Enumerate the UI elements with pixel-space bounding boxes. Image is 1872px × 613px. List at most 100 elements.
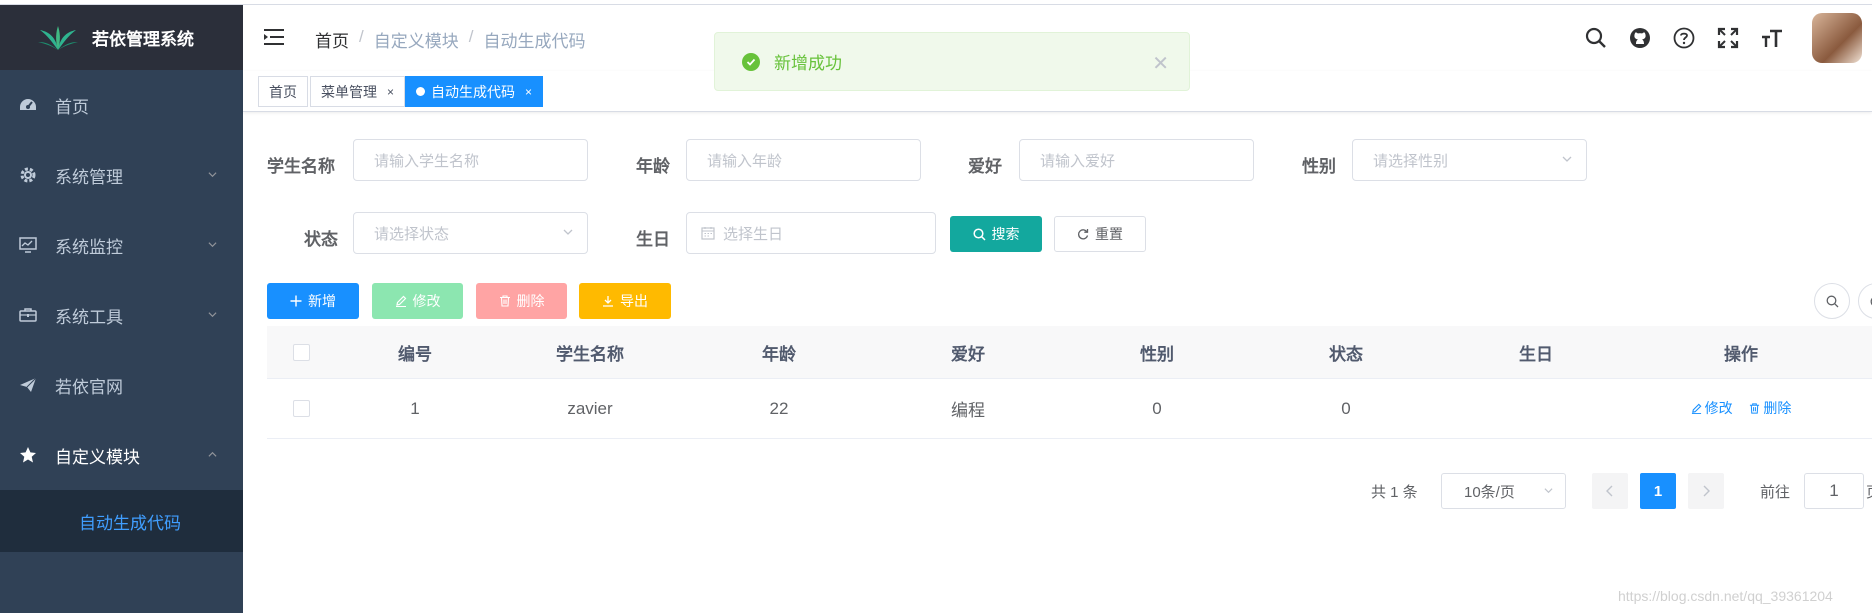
row-delete-link[interactable]: 删除 xyxy=(1749,398,1791,418)
sidebar: 若依管理系统 首页 系统管理 系统监控 系统工具 若依官网 自定义模块 自动生成… xyxy=(0,5,243,613)
add-button[interactable]: 新增 xyxy=(267,283,359,319)
chevron-down-icon xyxy=(563,229,573,235)
paper-plane-icon xyxy=(18,375,38,395)
hobby-input[interactable]: 请输入爱好 xyxy=(1019,139,1254,181)
sidebar-item-tools[interactable]: 系统工具 xyxy=(0,280,243,350)
delete-button-label: 删除 xyxy=(516,293,545,309)
row-checkbox-cell xyxy=(267,400,335,417)
sidebar-item-system[interactable]: 系统管理 xyxy=(0,140,243,210)
chevron-down-icon xyxy=(208,242,217,248)
birthday-label: 生日 xyxy=(636,230,670,249)
sidebar-item-monitor[interactable]: 系统监控 xyxy=(0,210,243,280)
tag-label: 自动生成代码 xyxy=(431,83,515,100)
page-size-select[interactable]: 10条/页 xyxy=(1441,473,1566,509)
page-number-current[interactable]: 1 xyxy=(1640,473,1676,509)
refresh-table-button[interactable] xyxy=(1858,283,1872,319)
data-table: 编号 学生名称 年龄 爱好 性别 状态 生日 操作 1 zavier 22 编程… xyxy=(267,326,1872,439)
chevron-left-icon xyxy=(1606,485,1613,497)
breadcrumb-home[interactable]: 首页 xyxy=(315,27,349,52)
age-input[interactable]: 请输入年龄 xyxy=(686,139,921,181)
app-title: 若依管理系统 xyxy=(92,30,194,49)
sidebar-item-label: 系统监控 xyxy=(55,237,123,257)
trash-icon xyxy=(1750,403,1760,414)
next-page-button[interactable] xyxy=(1688,473,1724,509)
help-icon[interactable] xyxy=(1672,26,1696,50)
cell-name: zavier xyxy=(567,398,613,418)
avatar[interactable] xyxy=(1812,13,1862,63)
fullscreen-icon[interactable] xyxy=(1716,26,1740,50)
birthday-placeholder: 选择生日 xyxy=(723,225,784,243)
name-input[interactable]: 请输入学生名称 xyxy=(353,139,588,181)
page-size-value: 10条/页 xyxy=(1464,483,1515,501)
breadcrumb-separator: / xyxy=(359,27,364,46)
watermark: https://blog.csdn.net/qq_39361204 xyxy=(1618,588,1833,604)
column-header: 爱好 xyxy=(951,344,985,364)
sidebar-item-label: 自定义模块 xyxy=(55,447,140,467)
row-delete-label: 删除 xyxy=(1763,400,1792,417)
close-icon[interactable]: ✕ xyxy=(1152,51,1169,76)
github-icon[interactable] xyxy=(1628,26,1652,50)
column-header: 状态 xyxy=(1329,344,1363,364)
table-row[interactable]: 1 zavier 22 编程 0 0 修改 删除 xyxy=(267,379,1872,439)
dashboard-icon xyxy=(18,95,38,115)
sidebar-item-custom-module[interactable]: 自定义模块 xyxy=(0,420,243,490)
active-dot-icon xyxy=(416,87,425,96)
goto-page-input[interactable]: 1 xyxy=(1804,473,1864,509)
close-icon[interactable]: × xyxy=(387,85,394,99)
cell-age: 22 xyxy=(769,398,789,418)
sidebar-item-label: 若依官网 xyxy=(55,377,123,397)
row-checkbox[interactable] xyxy=(292,400,310,417)
navbar-right-menu xyxy=(1584,13,1862,63)
page-suffix: 页 xyxy=(1866,481,1872,502)
sidebar-subitem-codegen[interactable]: 自动生成代码 xyxy=(0,490,243,552)
tag-home[interactable]: 首页 xyxy=(258,76,308,107)
sidebar-logo[interactable]: 若依管理系统 xyxy=(0,5,243,70)
hobby-label: 爱好 xyxy=(968,157,1002,176)
tag-codegen[interactable]: 自动生成代码 × xyxy=(405,76,544,107)
search-icon[interactable] xyxy=(1584,26,1608,50)
export-button-label: 导出 xyxy=(620,293,648,309)
status-select[interactable]: 请选择状态 xyxy=(353,212,588,254)
cell-actions: 修改 删除 xyxy=(1631,398,1851,419)
reset-button[interactable]: 重置 xyxy=(1054,216,1146,252)
edit-icon xyxy=(395,295,406,307)
sidebar-item-label: 系统工具 xyxy=(55,307,123,327)
chevron-down-icon xyxy=(208,172,217,178)
tag-menu-management[interactable]: 菜单管理 × xyxy=(310,76,406,107)
gender-select[interactable]: 请选择性别 xyxy=(1352,139,1587,181)
column-header: 操作 xyxy=(1724,344,1758,364)
export-button[interactable]: 导出 xyxy=(579,283,671,319)
refresh-icon xyxy=(1078,229,1089,240)
pagination-total: 共 1 条 xyxy=(1371,484,1418,501)
chevron-right-icon xyxy=(1703,485,1710,497)
sidebar-item-home[interactable]: 首页 xyxy=(0,70,243,140)
breadcrumb-module: 自定义模块 xyxy=(373,32,459,51)
column-header: 生日 xyxy=(1519,344,1553,364)
hamburger-icon[interactable] xyxy=(263,27,285,47)
close-icon[interactable]: × xyxy=(525,85,532,99)
delete-button[interactable]: 删除 xyxy=(476,283,567,319)
status-label: 状态 xyxy=(304,230,338,249)
column-header: 性别 xyxy=(1140,344,1174,364)
gender-placeholder: 请选择性别 xyxy=(1373,152,1449,170)
edit-icon xyxy=(1691,403,1702,414)
header-checkbox-cell xyxy=(267,343,335,361)
prev-page-button[interactable] xyxy=(1592,473,1628,509)
sidebar-item-label: 系统管理 xyxy=(55,167,123,187)
font-size-icon[interactable] xyxy=(1760,26,1784,50)
select-all-checkbox[interactable] xyxy=(292,343,310,361)
sidebar-item-website[interactable]: 若依官网 xyxy=(0,350,243,420)
message-text: 新增成功 xyxy=(774,54,842,73)
toggle-search-button[interactable] xyxy=(1814,283,1850,319)
search-icon xyxy=(1826,295,1838,307)
search-icon xyxy=(972,227,986,241)
chevron-down-icon xyxy=(208,312,217,318)
search-button[interactable]: 搜索 xyxy=(950,216,1042,252)
gear-icon xyxy=(18,165,38,185)
cell-gender: 0 xyxy=(1152,398,1162,418)
table-header: 编号 学生名称 年龄 爱好 性别 状态 生日 操作 xyxy=(267,326,1872,379)
birthday-picker[interactable]: 选择生日 xyxy=(686,212,936,254)
edit-button[interactable]: 修改 xyxy=(372,283,463,319)
chevron-down-icon xyxy=(1562,156,1572,162)
row-edit-link[interactable]: 修改 xyxy=(1691,398,1733,418)
